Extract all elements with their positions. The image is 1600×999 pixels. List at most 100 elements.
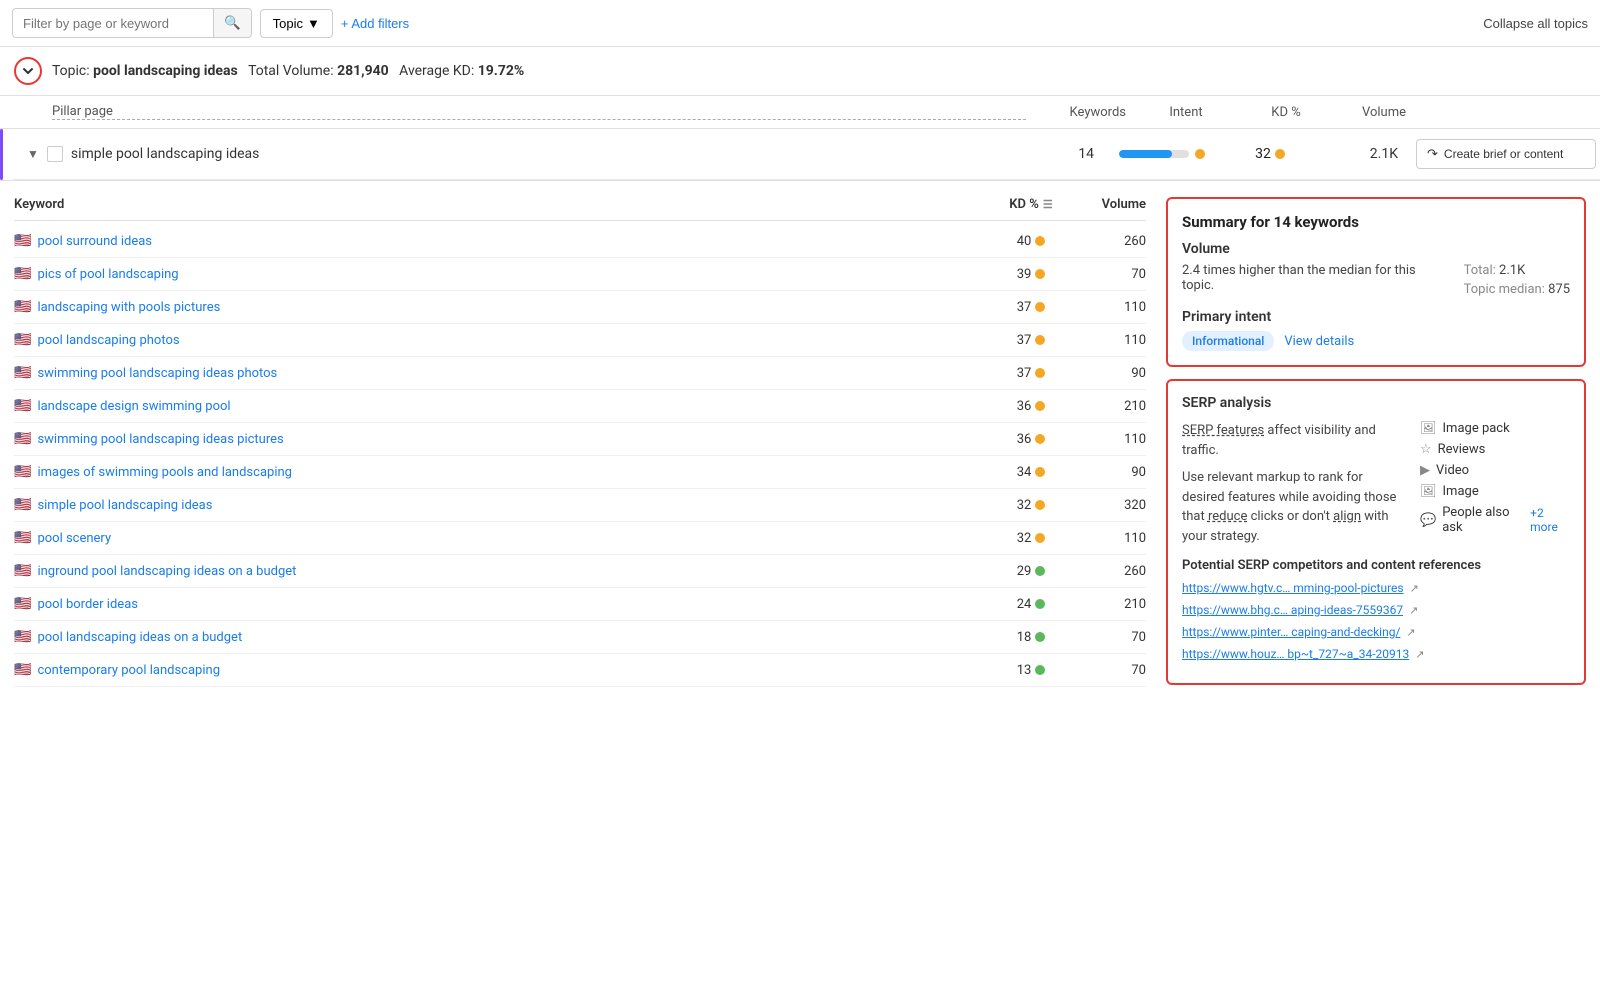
flag-icon: 🇺🇸	[14, 299, 31, 315]
url-text[interactable]: https://www.hgtv.c… mming-pool-pictures	[1182, 581, 1404, 595]
intent-dot	[1195, 149, 1205, 159]
align-link[interactable]: align	[1333, 509, 1361, 524]
kd-status-dot	[1035, 533, 1045, 543]
intent-fill-blue	[1119, 150, 1172, 158]
pillar-checkbox[interactable]	[47, 146, 63, 162]
topic-filter-button[interactable]: Topic ▼	[260, 9, 333, 38]
view-details-link[interactable]: View details	[1284, 334, 1354, 349]
keyword-volume: 210	[1076, 399, 1146, 414]
table-row: 🇺🇸 pool scenery 32 110	[14, 522, 1146, 555]
keyword-name[interactable]: 🇺🇸 pool landscaping photos	[14, 332, 986, 348]
create-brief-button[interactable]: ↷ Create brief or content	[1416, 139, 1596, 169]
keyword-volume: 110	[1076, 333, 1146, 348]
create-btn-label: Create brief or content	[1444, 147, 1563, 161]
kd-status-dot	[1035, 566, 1045, 576]
flag-icon: 🇺🇸	[14, 497, 31, 513]
keyword-kd: 32	[986, 498, 1076, 513]
keyword-name[interactable]: 🇺🇸 landscape design swimming pool	[14, 398, 986, 414]
summary-panel: Summary for 14 keywords Volume 2.4 times…	[1166, 197, 1586, 367]
keyword-name[interactable]: 🇺🇸 pool surround ideas	[14, 233, 986, 249]
total-value: 2.1K	[1499, 263, 1525, 278]
keyword-name[interactable]: 🇺🇸 landscaping with pools pictures	[14, 299, 986, 315]
median-value: 875	[1548, 282, 1570, 297]
serp-features-link[interactable]: SERP features	[1182, 423, 1264, 438]
serp-url-item: https://www.bhg.c… aping-ideas-7559367 ↗	[1182, 603, 1570, 617]
search-button[interactable]: 🔍	[213, 9, 251, 37]
keyword-kd: 37	[986, 333, 1076, 348]
feature-icon: ▶	[1420, 463, 1430, 478]
topic-toggle-button[interactable]	[14, 57, 42, 85]
keyword-name[interactable]: 🇺🇸 simple pool landscaping ideas	[14, 497, 986, 513]
keyword-volume: 260	[1076, 234, 1146, 249]
pillar-page-column-header[interactable]: Pillar page	[52, 104, 1026, 120]
keyword-name[interactable]: 🇺🇸 inground pool landscaping ideas on a …	[14, 563, 986, 579]
more-features-link[interactable]: +2 more	[1530, 506, 1570, 534]
flag-icon: 🇺🇸	[14, 563, 31, 579]
purple-accent-bar	[0, 129, 3, 180]
serp-feature-item: 💬 People also ask +2 more	[1420, 505, 1570, 535]
add-filters-button[interactable]: + Add filters	[341, 16, 409, 31]
url-text[interactable]: https://www.houz… bp~t_727~a_34-20913	[1182, 647, 1409, 661]
table-row: 🇺🇸 pics of pool landscaping 39 70	[14, 258, 1146, 291]
flag-icon: 🇺🇸	[14, 431, 31, 447]
expand-button[interactable]: ▼	[27, 147, 39, 161]
reduce-link[interactable]: reduce	[1208, 509, 1247, 524]
url-text[interactable]: https://www.pinter… caping-and-decking/	[1182, 625, 1400, 639]
keyword-volume: 90	[1076, 465, 1146, 480]
table-row: 🇺🇸 pool landscaping photos 37 110	[14, 324, 1146, 357]
keyword-volume: 70	[1076, 267, 1146, 282]
kd-column-header: KD %	[1246, 105, 1326, 120]
kd-status-dot	[1035, 269, 1045, 279]
serp-title: SERP analysis	[1182, 395, 1570, 411]
kd-status-dot	[1035, 368, 1045, 378]
keyword-name[interactable]: 🇺🇸 pics of pool landscaping	[14, 266, 986, 282]
keyword-name[interactable]: 🇺🇸 pool landscaping ideas on a budget	[14, 629, 986, 645]
keyword-name[interactable]: 🇺🇸 swimming pool landscaping ideas photo…	[14, 365, 986, 381]
keyword-kd: 29	[986, 564, 1076, 579]
keyword-name[interactable]: 🇺🇸 contemporary pool landscaping	[14, 662, 986, 678]
keyword-name[interactable]: 🇺🇸 swimming pool landscaping ideas pictu…	[14, 431, 986, 447]
summary-total: Total: 2.1K	[1464, 263, 1570, 278]
summary-volume-label: Volume	[1182, 241, 1570, 257]
collapse-all-button[interactable]: Collapse all topics	[1483, 16, 1588, 31]
keyword-name[interactable]: 🇺🇸 images of swimming pools and landscap…	[14, 464, 986, 480]
keyword-kd: 24	[986, 597, 1076, 612]
median-label: Topic median:	[1464, 282, 1545, 297]
flag-icon: 🇺🇸	[14, 266, 31, 282]
external-link-icon: ↗	[1406, 626, 1415, 639]
serp-panel: SERP analysis SERP features affect visib…	[1166, 379, 1586, 685]
serp-url-item: https://www.pinter… caping-and-decking/ …	[1182, 625, 1570, 639]
keyword-volume: 260	[1076, 564, 1146, 579]
serp-competitors-title: Potential SERP competitors and content r…	[1182, 558, 1570, 573]
kw-col-keyword-header: Keyword	[14, 197, 986, 212]
keyword-name[interactable]: 🇺🇸 pool border ideas	[14, 596, 986, 612]
pillar-left: ▼ simple pool landscaping ideas	[27, 146, 986, 162]
keyword-volume: 90	[1076, 366, 1146, 381]
flag-icon: 🇺🇸	[14, 332, 31, 348]
keyword-name[interactable]: 🇺🇸 pool scenery	[14, 530, 986, 546]
flag-icon: 🇺🇸	[14, 233, 31, 249]
serp-feature-item: 🖼 Image pack	[1420, 421, 1570, 436]
keyword-kd: 34	[986, 465, 1076, 480]
serp-feature-item: 🖼 Image	[1420, 484, 1570, 499]
table-row: 🇺🇸 simple pool landscaping ideas 32 320	[14, 489, 1146, 522]
table-row: 🇺🇸 pool landscaping ideas on a budget 18…	[14, 621, 1146, 654]
filter-input[interactable]	[13, 10, 213, 37]
kd-status-dot	[1035, 632, 1045, 642]
kd-status-dot	[1035, 500, 1045, 510]
table-row: 🇺🇸 images of swimming pools and landscap…	[14, 456, 1146, 489]
feature-icon: 💬	[1420, 513, 1436, 528]
topic-header-text: Topic: pool landscaping ideas Total Volu…	[52, 63, 524, 79]
feature-label: People also ask	[1442, 505, 1524, 535]
intent-column-header: Intent	[1126, 105, 1246, 120]
keywords-column-header: Keywords	[1026, 105, 1126, 120]
summary-title: Summary for 14 keywords	[1182, 213, 1570, 231]
toolbar: 🔍 Topic ▼ + Add filters Collapse all top…	[0, 0, 1600, 47]
kd-status-dot	[1035, 335, 1045, 345]
summary-volume-desc: 2.4 times higher than the median for thi…	[1182, 263, 1444, 293]
kd-filter-icon[interactable]: ☰	[1043, 198, 1053, 211]
total-label: Total:	[1464, 263, 1496, 278]
kd-status-dot	[1035, 236, 1045, 246]
keyword-kd: 40	[986, 234, 1076, 249]
url-text[interactable]: https://www.bhg.c… aping-ideas-7559367	[1182, 603, 1403, 617]
